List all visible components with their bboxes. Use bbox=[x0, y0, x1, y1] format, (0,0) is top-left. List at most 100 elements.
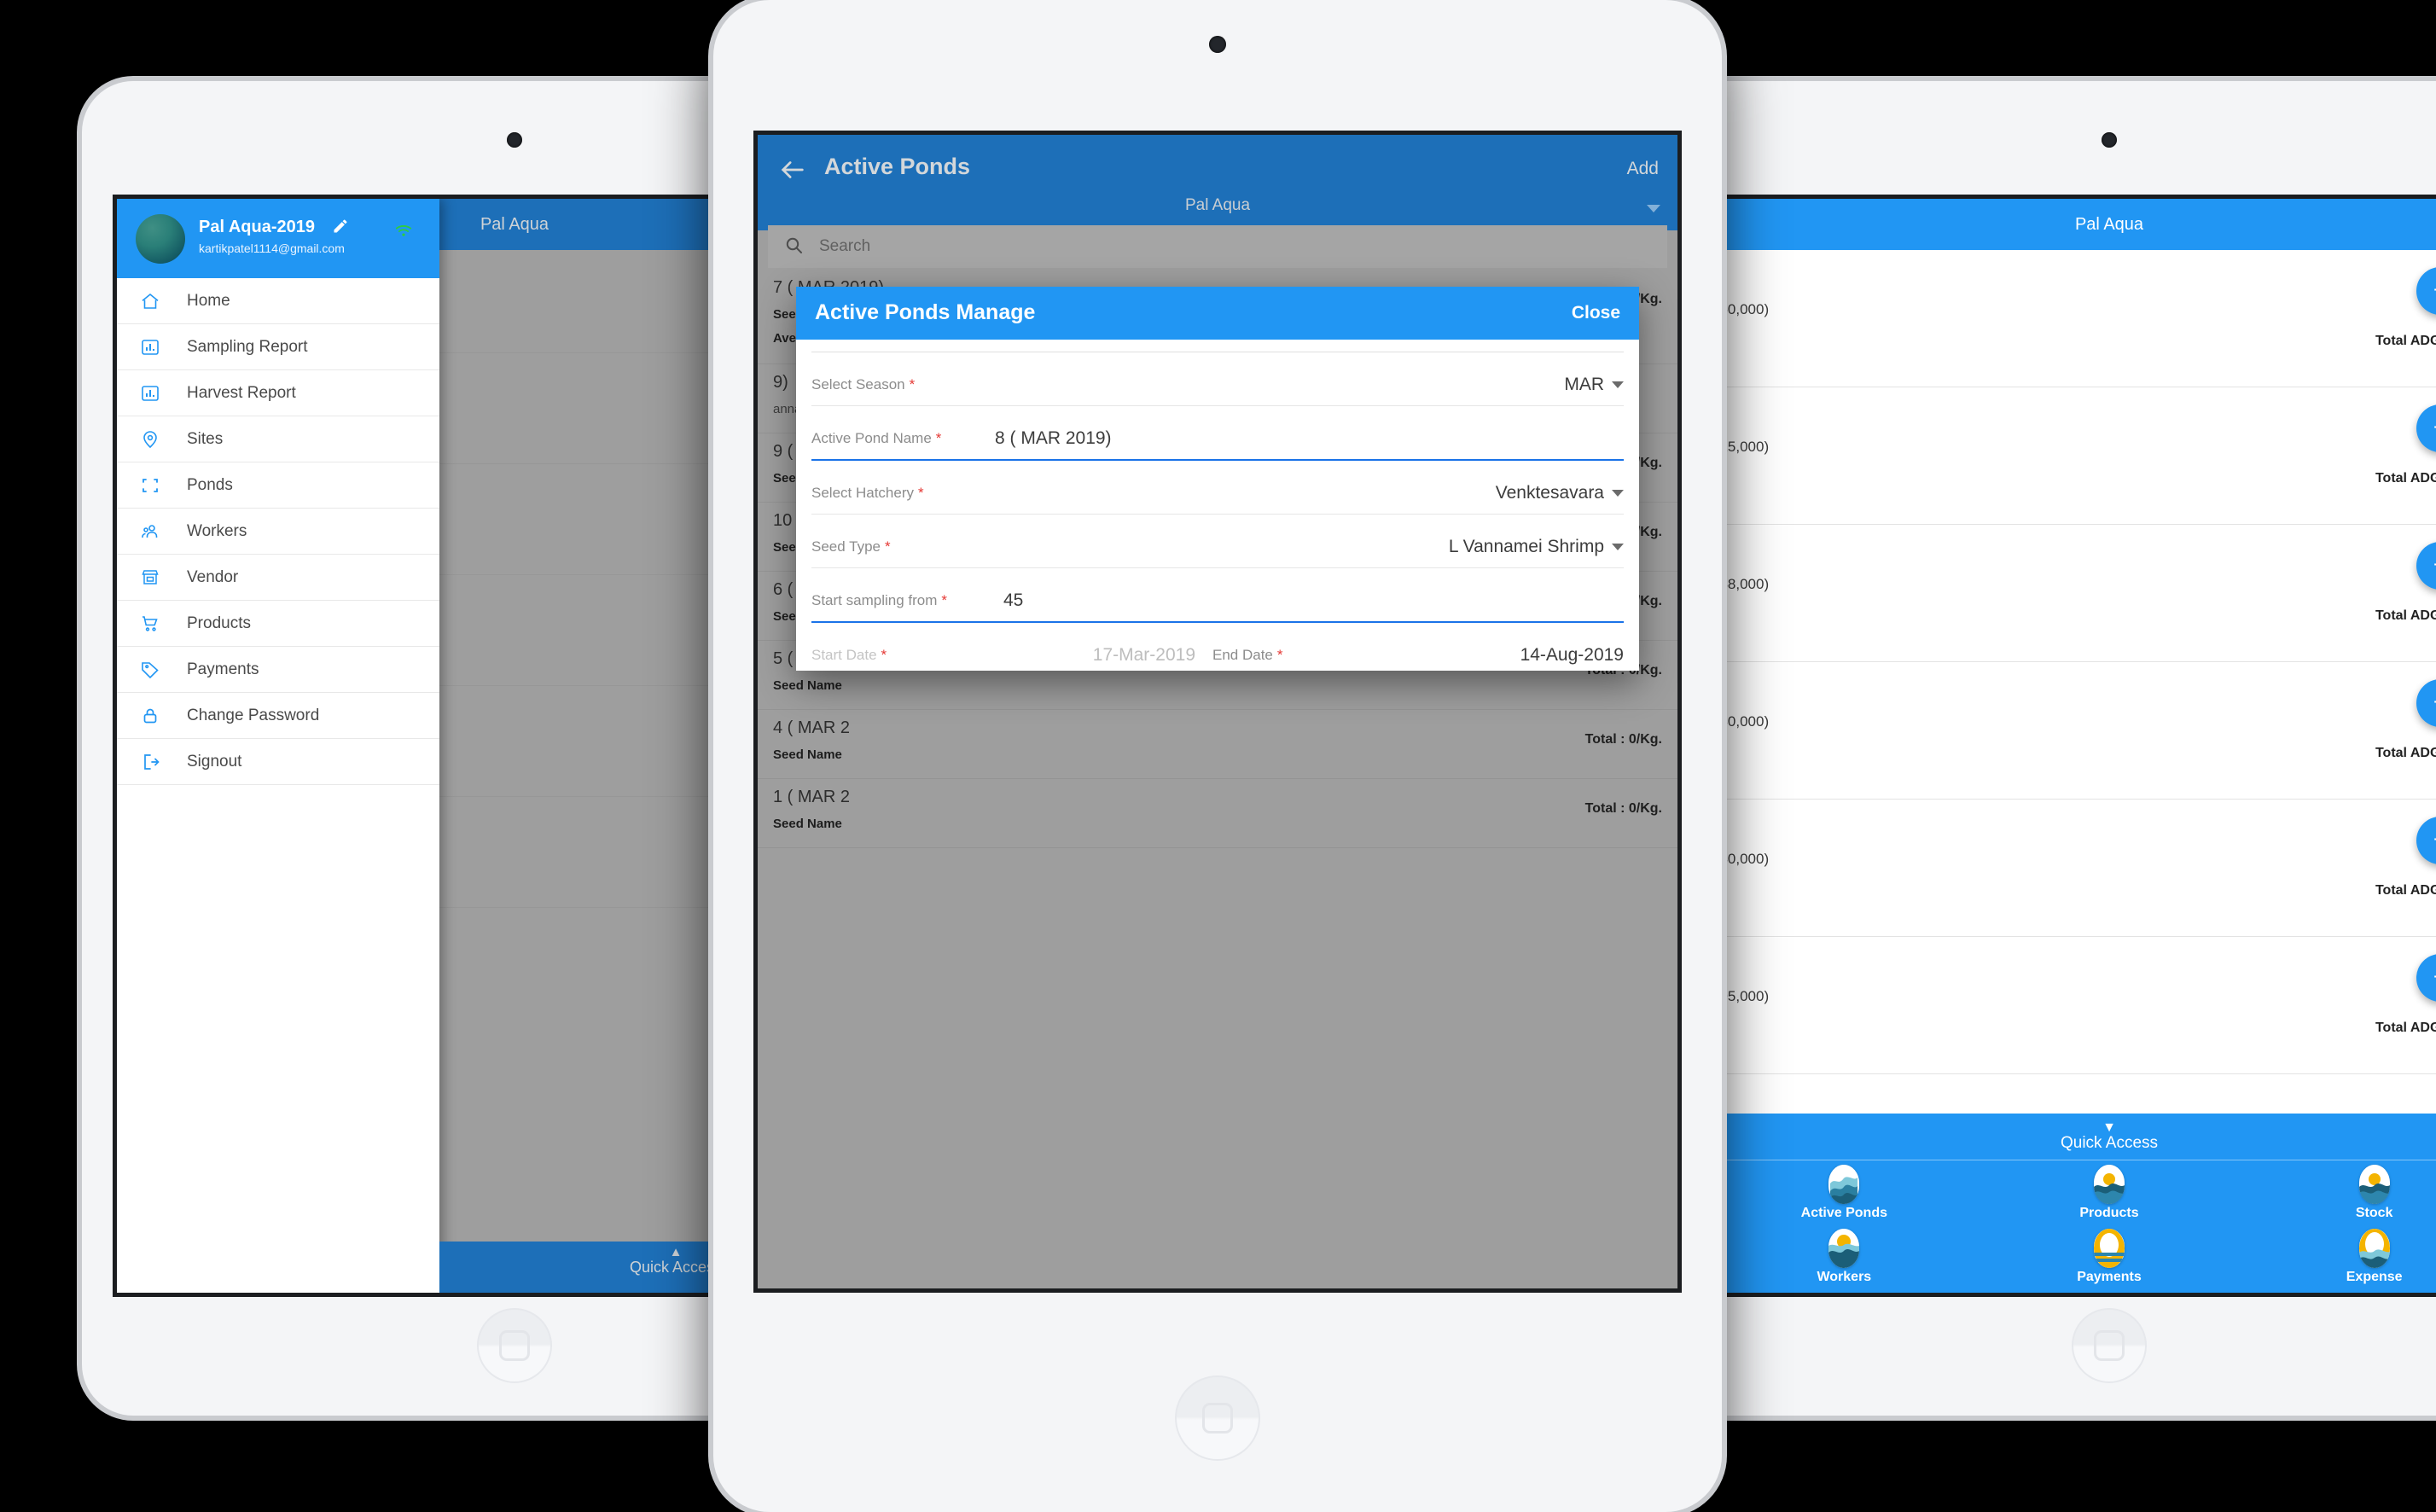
sun-wave-logo-icon bbox=[1828, 1228, 1860, 1268]
chevron-down-icon[interactable] bbox=[1612, 544, 1624, 551]
dialog-title: Active Ponds Manage bbox=[815, 300, 1036, 324]
field-select-hatchery[interactable]: Select Hatchery * Venktesavara bbox=[811, 461, 1624, 515]
add-sampling-button[interactable]: + bbox=[2416, 954, 2436, 1002]
sidebar-item-vendor[interactable]: Vendor bbox=[117, 555, 439, 601]
field-select-season[interactable]: Select Season * MAR bbox=[811, 352, 1624, 406]
front-camera-icon bbox=[507, 132, 522, 148]
add-sampling-button[interactable]: + bbox=[2416, 817, 2436, 864]
center-tablet-screen: Active Ponds Add Pal Aqua Search 7 ( MAR… bbox=[758, 135, 1677, 1288]
active-ponds-manage-dialog[interactable]: Active Ponds Manage Close Select Season *… bbox=[796, 287, 1639, 671]
quick-tile-active-ponds[interactable]: Active Ponds bbox=[1712, 1160, 1977, 1224]
sidebar-item-home[interactable]: Home bbox=[117, 278, 439, 324]
sidebar-item-sampling-report[interactable]: Sampling Report bbox=[117, 324, 439, 370]
page-title: Active Ponds bbox=[824, 154, 971, 179]
add-button[interactable]: Add bbox=[1627, 159, 1659, 179]
pencil-icon[interactable] bbox=[332, 218, 349, 235]
drawer-header: Pal Aqua-2019 kartikpatel1114@gmail.com bbox=[117, 199, 439, 278]
sidebar-item-label: Sites bbox=[187, 429, 224, 448]
field-label: Seed Type * bbox=[811, 538, 891, 555]
sun-wave-logo-icon bbox=[2358, 1228, 2390, 1268]
home-button[interactable] bbox=[1175, 1375, 1260, 1461]
quick-tile-label: Active Ponds bbox=[1800, 1205, 1887, 1220]
field-seed-type[interactable]: Seed Type * L Vannamei Shrimp bbox=[811, 515, 1624, 568]
close-button[interactable]: Close bbox=[1572, 303, 1620, 323]
quick-tile-label: Stock bbox=[2355, 1205, 2393, 1220]
sidebar-item-label: Payments bbox=[187, 660, 259, 678]
field-value[interactable]: 8 ( MAR 2019) bbox=[995, 428, 1112, 449]
navigation-drawer[interactable]: Pal Aqua-2019 kartikpatel1114@gmail.com bbox=[117, 199, 439, 1293]
quick-tile-products[interactable]: Products bbox=[1977, 1160, 2242, 1224]
quick-tile-label: Payments bbox=[2077, 1269, 2142, 1284]
dialog-body: Select Season * MAR Active Pond Name * 8 (… bbox=[796, 340, 1639, 671]
field-end-date[interactable]: End Date * 14-Aug-2019 bbox=[1212, 623, 1624, 671]
search-placeholder: Search bbox=[819, 237, 871, 255]
field-value: MAR bbox=[1564, 375, 1624, 395]
bar-chart-icon bbox=[136, 336, 165, 358]
sidebar-item-signout[interactable]: Signout bbox=[117, 739, 439, 785]
quick-access-header[interactable]: ▼ Quick Access bbox=[1712, 1114, 2436, 1153]
add-sampling-button[interactable]: + bbox=[2416, 679, 2436, 727]
table-row[interactable]: 315,000) + Total ADG : 0 Kg. bbox=[1712, 387, 2436, 525]
table-row[interactable]: 288,000) + Total ADG : 0 Kg. bbox=[1712, 525, 2436, 662]
sidebar-item-products[interactable]: Products bbox=[117, 601, 439, 647]
field-value: L Vannamei Shrimp bbox=[1449, 537, 1624, 557]
quick-access-panel: ▼ Quick Access Active Ponds Products Sto… bbox=[1712, 1114, 2436, 1293]
sidebar-item-label: Ponds bbox=[187, 475, 233, 494]
quick-tile-expense[interactable]: Expense bbox=[2241, 1224, 2436, 1288]
sidebar-item-label: Products bbox=[187, 614, 251, 632]
field-active-pond-name[interactable]: Active Pond Name * 8 ( MAR 2019) bbox=[811, 406, 1624, 461]
chevron-down-icon[interactable] bbox=[1612, 381, 1624, 389]
add-sampling-button[interactable]: + bbox=[2416, 542, 2436, 590]
add-sampling-button[interactable]: + bbox=[2416, 267, 2436, 315]
sidebar-item-workers[interactable]: Workers bbox=[117, 509, 439, 555]
list-item[interactable]: 4 ( MAR 2 Seed Name Total : 0/Kg. bbox=[758, 710, 1677, 779]
total-adg-label: Total ADG : bbox=[2375, 746, 2436, 760]
sidebar-item-change-password[interactable]: Change Password bbox=[117, 693, 439, 739]
quick-access-grid: Active Ponds Products Stock Workers Paym… bbox=[1712, 1160, 2436, 1288]
list-item[interactable]: 1 ( MAR 2 Seed Name Total : 0/Kg. bbox=[758, 779, 1677, 848]
total-adg: Total ADG : 0 Kg. bbox=[2375, 608, 2436, 624]
front-camera-icon bbox=[2102, 132, 2117, 148]
field-value: Venktesavara bbox=[1496, 483, 1624, 503]
sidebar-item-label: Vendor bbox=[187, 567, 239, 586]
field-start-sampling-from[interactable]: Start sampling from * 45 bbox=[811, 568, 1624, 623]
logout-icon bbox=[136, 751, 165, 773]
pond-name: 1 ( MAR 2 bbox=[773, 788, 851, 806]
pond-name: 9) bbox=[773, 373, 788, 392]
avatar bbox=[136, 214, 185, 264]
add-sampling-button[interactable]: + bbox=[2416, 404, 2436, 452]
sidebar-item-label: Sampling Report bbox=[187, 337, 308, 356]
lock-icon bbox=[136, 705, 165, 727]
table-row[interactable]: 230,000) + Total ADG : 0 Kg. bbox=[1712, 662, 2436, 800]
quick-tile-payments[interactable]: Payments bbox=[1977, 1224, 2242, 1288]
arrow-left-icon[interactable] bbox=[778, 155, 807, 184]
home-icon bbox=[136, 290, 165, 312]
sidebar-item-payments[interactable]: Payments bbox=[117, 647, 439, 693]
table-row[interactable]: 180,000) + Total ADG : 0 Kg. bbox=[1712, 800, 2436, 937]
screenshot-stage: Pal Aqua Pal Aqua-2019 kartikpatel1114@g… bbox=[0, 0, 2436, 1512]
crop-frame-icon bbox=[136, 474, 165, 497]
required-marker: * bbox=[881, 647, 887, 663]
active-ponds-list[interactable]: 360,000) + Total ADG : 0 Kg. 315,000) + … bbox=[1712, 250, 2436, 1114]
account-name: Pal Aqua-2019 bbox=[199, 218, 315, 236]
chevron-down-icon[interactable] bbox=[1647, 205, 1660, 212]
date-range-row: Start Date * 17-Mar-2019 End Date * 14-Aug… bbox=[811, 623, 1624, 671]
sidebar-item-ponds[interactable]: Ponds bbox=[117, 462, 439, 509]
bar-chart-icon bbox=[136, 382, 165, 404]
home-button[interactable] bbox=[2072, 1308, 2147, 1383]
field-start-date[interactable]: Start Date * 17-Mar-2019 bbox=[811, 623, 1195, 671]
home-button[interactable] bbox=[477, 1308, 552, 1383]
search-input[interactable]: Search bbox=[768, 225, 1667, 268]
sidebar-item-sites[interactable]: Sites bbox=[117, 416, 439, 462]
chevron-down-icon[interactable] bbox=[1612, 490, 1624, 497]
seed-name: Seed Name bbox=[773, 678, 842, 693]
required-marker: * bbox=[884, 538, 891, 555]
table-row[interactable]: 195,000) + Total ADG : 0 Kg. bbox=[1712, 937, 2436, 1074]
total-adg-label: Total ADG : bbox=[2375, 883, 2436, 898]
field-value[interactable]: 45 bbox=[1003, 590, 1023, 611]
quick-tile-stock[interactable]: Stock bbox=[2241, 1160, 2436, 1224]
sidebar-item-harvest-report[interactable]: Harvest Report bbox=[117, 370, 439, 416]
farm-selector-label[interactable]: Pal Aqua bbox=[758, 196, 1677, 215]
table-row[interactable]: 360,000) + Total ADG : 0 Kg. bbox=[1712, 250, 2436, 387]
quick-tile-workers[interactable]: Workers bbox=[1712, 1224, 1977, 1288]
